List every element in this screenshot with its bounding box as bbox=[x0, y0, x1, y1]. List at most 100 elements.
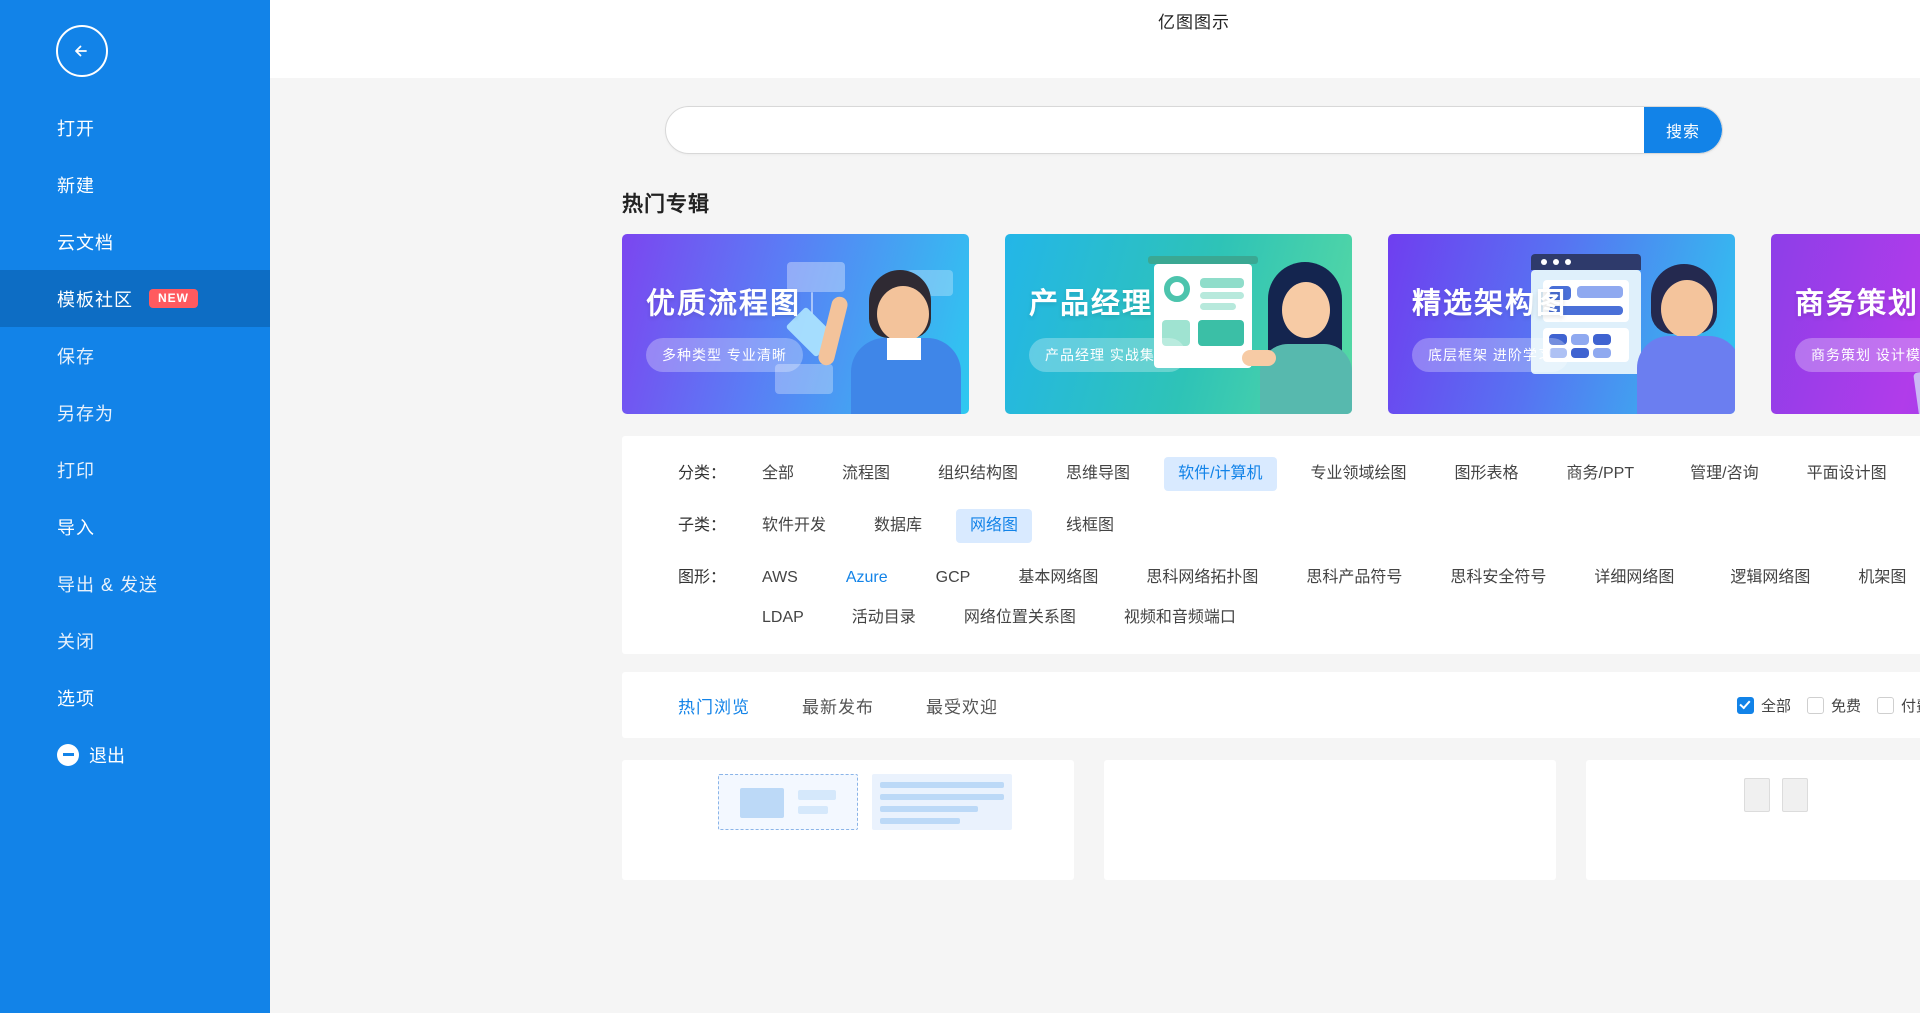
filter-chip-software-dev[interactable]: 软件开发 bbox=[748, 509, 840, 543]
results-toolbar: 热门浏览 最新发布 最受欢迎 全部 免费 付费 bbox=[622, 672, 1920, 738]
filter-chip-professional[interactable]: 专业领域绘图 bbox=[1297, 457, 1421, 491]
filter-chip-active-directory[interactable]: 活动目录 bbox=[838, 601, 930, 635]
checkbox-all[interactable]: 全部 bbox=[1736, 695, 1791, 716]
checkbox-box bbox=[1876, 696, 1894, 714]
banner-card[interactable]: 精选架构图 底层框架 进阶学习 bbox=[1388, 234, 1735, 414]
sidebar-item-label: 云文档 bbox=[57, 232, 114, 253]
filter-chip-cisco-security[interactable]: 思科安全符号 bbox=[1436, 561, 1560, 595]
filter-chip-mind-map[interactable]: 思维导图 bbox=[1052, 457, 1144, 491]
filter-chip-management[interactable]: 管理/咨询 bbox=[1676, 457, 1772, 491]
filter-chip-cisco-products[interactable]: 思科产品符号 bbox=[1292, 561, 1416, 595]
backstage-sidebar: 打开 新建 云文档 模板社区 NEW 保存 另存为 打印 导入 导出 & 发送 … bbox=[0, 0, 270, 1013]
banner-card[interactable]: 产品经理 产品经理 实战集合 bbox=[1005, 234, 1352, 414]
sidebar-item-label: 另存为 bbox=[57, 403, 114, 424]
filter-chip-logical-network[interactable]: 逻辑网络图 bbox=[1716, 561, 1824, 595]
sidebar-item-print[interactable]: 打印 bbox=[0, 441, 270, 498]
filter-chip-cisco-topology[interactable]: 思科网络拓扑图 bbox=[1132, 561, 1272, 595]
banner-subtitle: 底层框架 进阶学习 bbox=[1412, 338, 1569, 372]
tab-newest[interactable]: 最新发布 bbox=[802, 693, 874, 718]
search-section: 搜索 bbox=[270, 78, 1920, 154]
filter-chip-av-ports[interactable]: 视频和音频端口 bbox=[1110, 601, 1250, 635]
filter-chip-basic-network[interactable]: 基本网络图 bbox=[1004, 561, 1112, 595]
filter-chip-network-location[interactable]: 网络位置关系图 bbox=[950, 601, 1090, 635]
filter-chip-detailed-network[interactable]: 详细网络图 bbox=[1580, 561, 1688, 595]
new-badge: NEW bbox=[149, 289, 198, 308]
sidebar-item-exit[interactable]: 退出 bbox=[0, 726, 270, 783]
template-card[interactable] bbox=[622, 760, 1074, 880]
filter-row-shape: 图形： AWS Azure GCP 基本网络图 思科网络拓扑图 思科产品符号 思… bbox=[622, 558, 1920, 638]
page-title: 亿图图示 bbox=[1158, 12, 1230, 32]
filter-label-category: 分类： bbox=[678, 465, 727, 482]
filter-chip-azure[interactable]: Azure bbox=[832, 561, 902, 595]
filter-options-category: 全部 流程图 组织结构图 思维导图 软件/计算机 专业领域绘图 图形表格 商务/… bbox=[748, 454, 1920, 494]
checkbox-box bbox=[1806, 696, 1824, 714]
price-filter-group: 全部 免费 付费 会员免费 bbox=[1721, 695, 1920, 716]
sidebar-item-label: 模板社区 bbox=[57, 289, 133, 310]
tab-most-liked[interactable]: 最受欢迎 bbox=[926, 693, 998, 718]
sidebar-nav: 打开 新建 云文档 模板社区 NEW 保存 另存为 打印 导入 导出 & 发送 … bbox=[0, 99, 270, 783]
filter-chip-network-diagram[interactable]: 网络图 bbox=[956, 509, 1033, 543]
sidebar-item-label: 选项 bbox=[57, 688, 95, 709]
back-button[interactable] bbox=[56, 25, 108, 77]
filter-label-shape: 图形： bbox=[678, 569, 727, 586]
sidebar-item-label: 打印 bbox=[57, 460, 95, 481]
template-card[interactable] bbox=[1104, 760, 1556, 880]
filter-chip-ldap[interactable]: LDAP bbox=[748, 601, 818, 635]
filter-chip-graphic-design[interactable]: 平面设计图 bbox=[1793, 457, 1901, 491]
filter-options-subcategory: 软件开发 数据库 网络图 线框图 bbox=[748, 506, 1920, 546]
sidebar-item-template-community[interactable]: 模板社区 NEW bbox=[0, 270, 270, 327]
banner-card[interactable]: 优质流程图 多种类型 专业清晰 bbox=[622, 234, 969, 414]
template-card[interactable] bbox=[1586, 760, 1920, 880]
sidebar-item-close[interactable]: 关闭 bbox=[0, 612, 270, 669]
sidebar-item-cloud-docs[interactable]: 云文档 bbox=[0, 213, 270, 270]
sidebar-item-label: 关闭 bbox=[57, 631, 95, 652]
sidebar-item-save-as[interactable]: 另存为 bbox=[0, 384, 270, 441]
tab-popular-browse[interactable]: 热门浏览 bbox=[678, 693, 750, 718]
banner-subtitle: 商务策划 设计模板 bbox=[1795, 338, 1920, 372]
content-area: 搜索 热门专辑 优质流程图 多种类型 专业清晰 产品经理 产品经理 实战集合 精… bbox=[270, 78, 1920, 1013]
sidebar-item-open[interactable]: 打开 bbox=[0, 99, 270, 156]
filter-chip-gcp[interactable]: GCP bbox=[922, 561, 985, 595]
banner-title: 商务策划 bbox=[1795, 288, 1920, 320]
sidebar-item-options[interactable]: 选项 bbox=[0, 669, 270, 726]
exit-minus-icon bbox=[57, 743, 79, 766]
search-input[interactable] bbox=[666, 107, 1644, 153]
sidebar-item-label: 保存 bbox=[57, 346, 95, 367]
filter-chip-flowchart[interactable]: 流程图 bbox=[828, 457, 904, 491]
filter-chip-rack-diagram[interactable]: 机架图 bbox=[1844, 561, 1920, 595]
banner-card[interactable]: 商务策划 商务策划 设计模板 bbox=[1771, 234, 1920, 414]
filter-chip-business-ppt[interactable]: 商务/PPT bbox=[1553, 457, 1649, 491]
filter-chip-software-computer[interactable]: 软件/计算机 bbox=[1164, 457, 1277, 491]
checkbox-box bbox=[1736, 696, 1754, 714]
filter-chip-wireframe[interactable]: 线框图 bbox=[1052, 509, 1128, 543]
sidebar-item-import[interactable]: 导入 bbox=[0, 498, 270, 555]
application-window: 打开 新建 云文档 模板社区 NEW 保存 另存为 打印 导入 导出 & 发送 … bbox=[0, 0, 1920, 1013]
sidebar-item-export-send[interactable]: 导出 & 发送 bbox=[0, 555, 270, 612]
sidebar-item-new[interactable]: 新建 bbox=[0, 156, 270, 213]
checkbox-paid[interactable]: 付费 bbox=[1876, 695, 1920, 716]
sidebar-item-label: 打开 bbox=[57, 118, 95, 139]
sidebar-item-save[interactable]: 保存 bbox=[0, 327, 270, 384]
account-bar: AD bbox=[270, 40, 1920, 78]
filter-chip-org-chart[interactable]: 组织结构图 bbox=[924, 457, 1032, 491]
banner-title: 优质流程图 bbox=[646, 288, 802, 320]
featured-banner-list: 优质流程图 多种类型 专业清晰 产品经理 产品经理 实战集合 精选架构图 底层框… bbox=[622, 234, 1920, 414]
filter-label-subcategory: 子类： bbox=[678, 517, 727, 534]
filter-chip-charts-tables[interactable]: 图形表格 bbox=[1441, 457, 1533, 491]
filter-row-category: 分类： 全部 流程图 组织结构图 思维导图 软件/计算机 专业领域绘图 图形表格… bbox=[622, 454, 1920, 494]
checkbox-free[interactable]: 免费 bbox=[1806, 695, 1861, 716]
filter-chip-aws[interactable]: AWS bbox=[748, 561, 812, 595]
checkbox-label: 免费 bbox=[1830, 697, 1861, 715]
sidebar-item-label: 退出 bbox=[89, 745, 125, 766]
checkbox-label: 付费 bbox=[1900, 697, 1920, 715]
banner-subtitle: 多种类型 专业清晰 bbox=[646, 338, 803, 372]
search-box: 搜索 bbox=[665, 106, 1723, 154]
filter-chip-database[interactable]: 数据库 bbox=[860, 509, 936, 543]
filter-chip-all[interactable]: 全部 bbox=[748, 457, 808, 491]
search-button[interactable]: 搜索 bbox=[1644, 107, 1722, 153]
banner-illustration bbox=[1908, 234, 1920, 414]
banner-illustration bbox=[759, 234, 969, 414]
banner-subtitle: 产品经理 实战集合 bbox=[1029, 338, 1186, 372]
featured-heading: 热门专辑 bbox=[622, 193, 710, 216]
checkbox-label: 全部 bbox=[1760, 697, 1791, 715]
